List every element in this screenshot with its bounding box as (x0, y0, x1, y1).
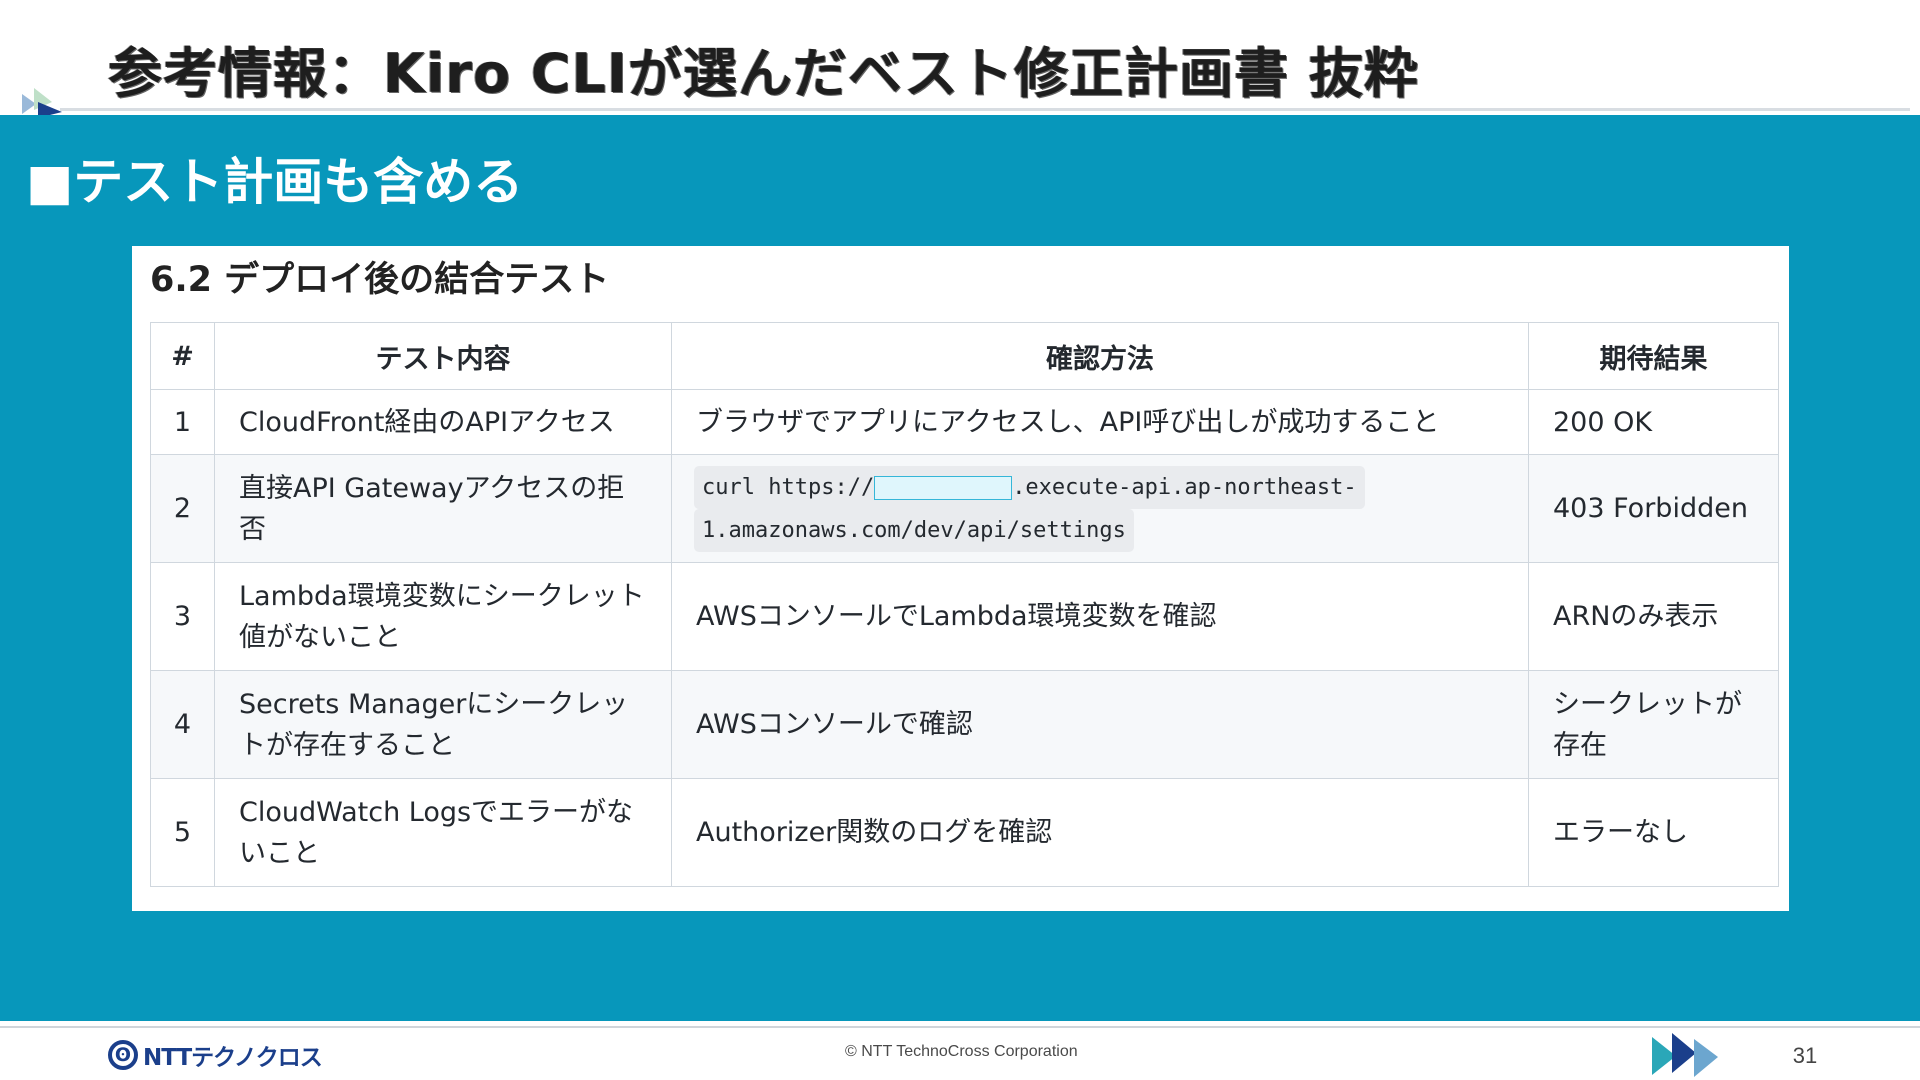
table-header-row: # テスト内容 確認方法 期待結果 (150, 322, 1779, 390)
triple-arrow-icon (1652, 1033, 1718, 1077)
footer-divider (0, 1026, 1920, 1028)
slide-corner-triangles-icon (22, 88, 62, 118)
expected-result: 200 OK (1528, 389, 1779, 455)
company-logo: ʘ NTTテクノクロス (108, 1038, 323, 1072)
row-number: 5 (150, 778, 215, 887)
test-content: CloudWatch Logsでエラーがないこと (214, 778, 672, 887)
test-method: Authorizer関数のログを確認 (671, 778, 1529, 887)
copyright: © NTT TechnoCross Corporation (845, 1043, 1078, 1060)
code-line-2: 1.amazonaws.com/dev/api/settings (694, 508, 1134, 552)
redacted-api-id (874, 475, 1013, 500)
slide-header: 参考情報：Kiro CLIが選んだベスト修正計画書 抜粋 (0, 0, 1920, 118)
row-number: 3 (150, 562, 215, 671)
expected-result: シークレットが存在 (1528, 670, 1779, 779)
page-number: 31 (1792, 1043, 1818, 1068)
code-prefix: curl https:// (702, 474, 875, 500)
test-content: Secrets Managerにシークレットが存在すること (214, 670, 672, 779)
expected-result: 403 Forbidden (1528, 454, 1779, 563)
column-header-content: テスト内容 (214, 322, 672, 390)
curl-command: curl https://.execute-api.ap-northeast- … (694, 465, 1504, 552)
table-row: 3 Lambda環境変数にシークレット値がないこと AWSコンソールでLambd… (150, 562, 1779, 671)
table-row: 5 CloudWatch Logsでエラーがないこと Authorizer関数の… (150, 778, 1779, 887)
table-row: 2 直接API Gatewayアクセスの拒否 curl https:// .exe… (150, 454, 1779, 563)
code-line-1: curl https:// .execute-api.ap-northeast- (694, 465, 1365, 509)
logo-text: NTTテクノクロス (143, 1045, 323, 1071)
ntt-logo-icon: ʘ (108, 1040, 138, 1070)
table-row: 4 Secrets Managerにシークレットが存在すること AWSコンソール… (150, 670, 1779, 779)
test-plan-card: 6.2 デプロイ後の結合テスト # テスト内容 確認方法 期待結果 1 Clou… (132, 246, 1789, 911)
test-content: Lambda環境変数にシークレット値がないこと (214, 562, 672, 671)
test-method: curl https://.execute-api.ap-northeast- … (671, 454, 1529, 563)
table-row: 1 CloudFront経由のAPIアクセス ブラウザでアプリにアクセスし、AP… (150, 389, 1779, 455)
card-title: 6.2 デプロイ後の結合テスト (150, 260, 610, 300)
slide-title: 参考情報：Kiro CLIが選んだベスト修正計画書 抜粋 (108, 42, 1419, 105)
test-method: ブラウザでアプリにアクセスし、API呼び出しが成功すること (671, 389, 1529, 455)
section-heading: ■テスト計画も含める (26, 153, 524, 211)
column-header-method: 確認方法 (671, 322, 1529, 390)
row-number: 2 (150, 454, 215, 563)
code-suffix: .execute-api.ap-northeast- (1012, 474, 1357, 500)
row-number: 4 (150, 670, 215, 779)
column-header-number: # (150, 322, 215, 390)
expected-result: エラーなし (1528, 778, 1779, 887)
column-header-expected: 期待結果 (1528, 322, 1779, 390)
test-method: AWSコンソールでLambda環境変数を確認 (671, 562, 1529, 671)
test-content: CloudFront経由のAPIアクセス (214, 389, 672, 455)
header-divider (60, 108, 1910, 111)
test-content: 直接API Gatewayアクセスの拒否 (214, 454, 672, 563)
row-number: 1 (150, 389, 215, 455)
expected-result: ARNのみ表示 (1528, 562, 1779, 671)
test-method: AWSコンソールで確認 (671, 670, 1529, 779)
integration-test-table: # テスト内容 確認方法 期待結果 1 CloudFront経由のAPIアクセス… (150, 322, 1779, 887)
